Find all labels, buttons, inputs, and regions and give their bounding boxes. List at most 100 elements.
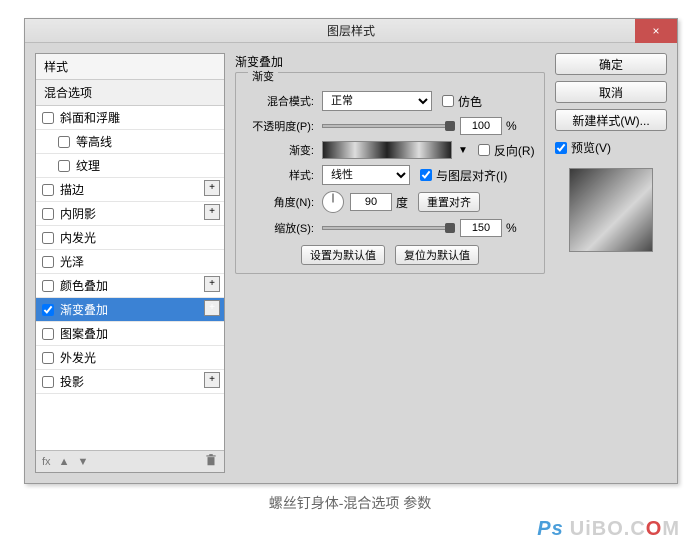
reverse-label: 反向(R) xyxy=(494,142,535,159)
style-checkbox[interactable] xyxy=(42,184,54,196)
style-list: 样式 混合选项 斜面和浮雕等高线纹理描边 + 内阴影 + 内发光光泽颜色叠加 + 渐变叠加 +… xyxy=(36,54,224,450)
preview-checkbox[interactable] xyxy=(555,142,567,154)
style-item-label: 光泽 xyxy=(60,253,84,270)
preview-checkbox-row: 预览(V) xyxy=(555,139,667,156)
align-checkbox[interactable] xyxy=(420,169,432,181)
angle-row: 角度(N): 度 重置对齐 xyxy=(244,191,536,213)
angle-input[interactable] xyxy=(350,193,392,211)
action-panel: 确定 取消 新建样式(W)... 预览(V) xyxy=(555,53,667,473)
set-default-button[interactable]: 设置为默认值 xyxy=(301,245,385,265)
cancel-button[interactable]: 取消 xyxy=(555,81,667,103)
group-title: 渐变叠加 xyxy=(235,53,545,70)
style-checkbox[interactable] xyxy=(42,328,54,340)
style-item-11[interactable]: 投影 + xyxy=(36,370,224,394)
opacity-input[interactable] xyxy=(460,117,502,135)
opacity-slider-thumb[interactable] xyxy=(445,121,455,131)
style-row: 样式: 线性 与图层对齐(I) xyxy=(244,165,536,185)
style-item-8[interactable]: 渐变叠加 + xyxy=(36,298,224,322)
gradient-picker[interactable] xyxy=(322,141,452,159)
style-checkbox[interactable] xyxy=(58,136,70,148)
style-item-1[interactable]: 等高线 xyxy=(36,130,224,154)
watermark: PsUiBO.COM xyxy=(537,518,680,541)
opacity-slider[interactable] xyxy=(322,124,452,128)
reverse-checkbox[interactable] xyxy=(478,144,490,156)
layer-style-dialog: 图层样式 × 样式 混合选项 斜面和浮雕等高线纹理描边 + 内阴影 + 内发光光泽颜色叠… xyxy=(24,18,678,484)
ok-button[interactable]: 确定 xyxy=(555,53,667,75)
style-item-2[interactable]: 纹理 xyxy=(36,154,224,178)
style-item-label: 斜面和浮雕 xyxy=(60,109,120,126)
arrow-down-icon[interactable]: ▼ xyxy=(77,456,88,468)
new-style-button[interactable]: 新建样式(W)... xyxy=(555,109,667,131)
opacity-label: 不透明度(P): xyxy=(244,118,314,134)
style-checkbox[interactable] xyxy=(42,112,54,124)
add-effect-button[interactable]: + xyxy=(204,300,220,316)
blend-mode-row: 混合模式: 正常 仿色 xyxy=(244,91,536,111)
reset-default-button[interactable]: 复位为默认值 xyxy=(395,245,479,265)
image-caption: 螺丝钉身体-混合选项 参数 xyxy=(0,493,700,513)
gradient-row: 渐变: ▼ 反向(R) xyxy=(244,141,536,159)
ps-logo-text: Ps xyxy=(537,518,563,540)
style-item-label: 颜色叠加 xyxy=(60,277,108,294)
add-effect-button[interactable]: + xyxy=(204,276,220,292)
style-checkbox[interactable] xyxy=(42,376,54,388)
trash-icon[interactable] xyxy=(204,453,218,470)
style-item-0[interactable]: 斜面和浮雕 xyxy=(36,106,224,130)
styles-panel: 样式 混合选项 斜面和浮雕等高线纹理描边 + 内阴影 + 内发光光泽颜色叠加 + 渐变叠加 +… xyxy=(35,53,225,473)
reset-align-button[interactable]: 重置对齐 xyxy=(418,192,480,212)
style-checkbox[interactable] xyxy=(42,208,54,220)
percent-label: % xyxy=(506,119,517,133)
style-item-3[interactable]: 描边 + xyxy=(36,178,224,202)
scale-slider[interactable] xyxy=(322,226,452,230)
style-item-label: 纹理 xyxy=(76,157,100,174)
style-item-6[interactable]: 光泽 xyxy=(36,250,224,274)
percent-label-2: % xyxy=(506,221,517,235)
scale-input[interactable] xyxy=(460,219,502,237)
fieldset-title: 渐变 xyxy=(248,71,278,83)
add-effect-button[interactable]: + xyxy=(204,204,220,220)
style-item-label: 描边 xyxy=(60,181,84,198)
styles-header[interactable]: 样式 xyxy=(36,54,224,80)
blend-mode-label: 混合模式: xyxy=(244,93,314,109)
degree-label: 度 xyxy=(396,194,408,211)
blend-options-header[interactable]: 混合选项 xyxy=(36,80,224,106)
style-item-label: 渐变叠加 xyxy=(60,301,108,318)
style-checkbox[interactable] xyxy=(58,160,70,172)
close-button[interactable]: × xyxy=(635,19,677,43)
angle-dial[interactable] xyxy=(322,191,344,213)
style-item-7[interactable]: 颜色叠加 + xyxy=(36,274,224,298)
style-item-label: 投影 xyxy=(60,373,84,390)
gradient-fieldset: 渐变 混合模式: 正常 仿色 不透明度(P): % xyxy=(235,72,545,274)
style-checkbox[interactable] xyxy=(42,256,54,268)
gradient-dropdown-icon[interactable]: ▼ xyxy=(458,145,468,156)
style-checkbox[interactable] xyxy=(42,232,54,244)
default-buttons-row: 设置为默认值 复位为默认值 xyxy=(244,245,536,265)
align-label: 与图层对齐(I) xyxy=(436,167,507,184)
angle-label: 角度(N): xyxy=(244,194,314,210)
style-checkbox[interactable] xyxy=(42,352,54,364)
style-checkbox[interactable] xyxy=(42,304,54,316)
scale-row: 缩放(S): % xyxy=(244,219,536,237)
dialog-title: 图层样式 xyxy=(25,19,677,43)
style-item-label: 等高线 xyxy=(76,133,112,150)
blend-mode-select[interactable]: 正常 xyxy=(322,91,432,111)
style-item-4[interactable]: 内阴影 + xyxy=(36,202,224,226)
add-effect-button[interactable]: + xyxy=(204,180,220,196)
preview-thumbnail xyxy=(569,168,653,252)
arrow-up-icon[interactable]: ▲ xyxy=(59,456,70,468)
titlebar: 图层样式 × xyxy=(25,19,677,43)
style-item-label: 内发光 xyxy=(60,229,96,246)
add-effect-button[interactable]: + xyxy=(204,372,220,388)
style-item-5[interactable]: 内发光 xyxy=(36,226,224,250)
style-item-10[interactable]: 外发光 xyxy=(36,346,224,370)
style-checkbox[interactable] xyxy=(42,280,54,292)
scale-slider-thumb[interactable] xyxy=(445,223,455,233)
dither-label: 仿色 xyxy=(458,93,482,110)
fx-label[interactable]: fx xyxy=(42,456,51,468)
style-select[interactable]: 线性 xyxy=(322,165,410,185)
scale-label: 缩放(S): xyxy=(244,220,314,236)
preview-label: 预览(V) xyxy=(571,139,611,156)
style-item-label: 内阴影 xyxy=(60,205,96,222)
dither-checkbox[interactable] xyxy=(442,95,454,107)
style-item-9[interactable]: 图案叠加 xyxy=(36,322,224,346)
style-label: 样式: xyxy=(244,167,314,183)
